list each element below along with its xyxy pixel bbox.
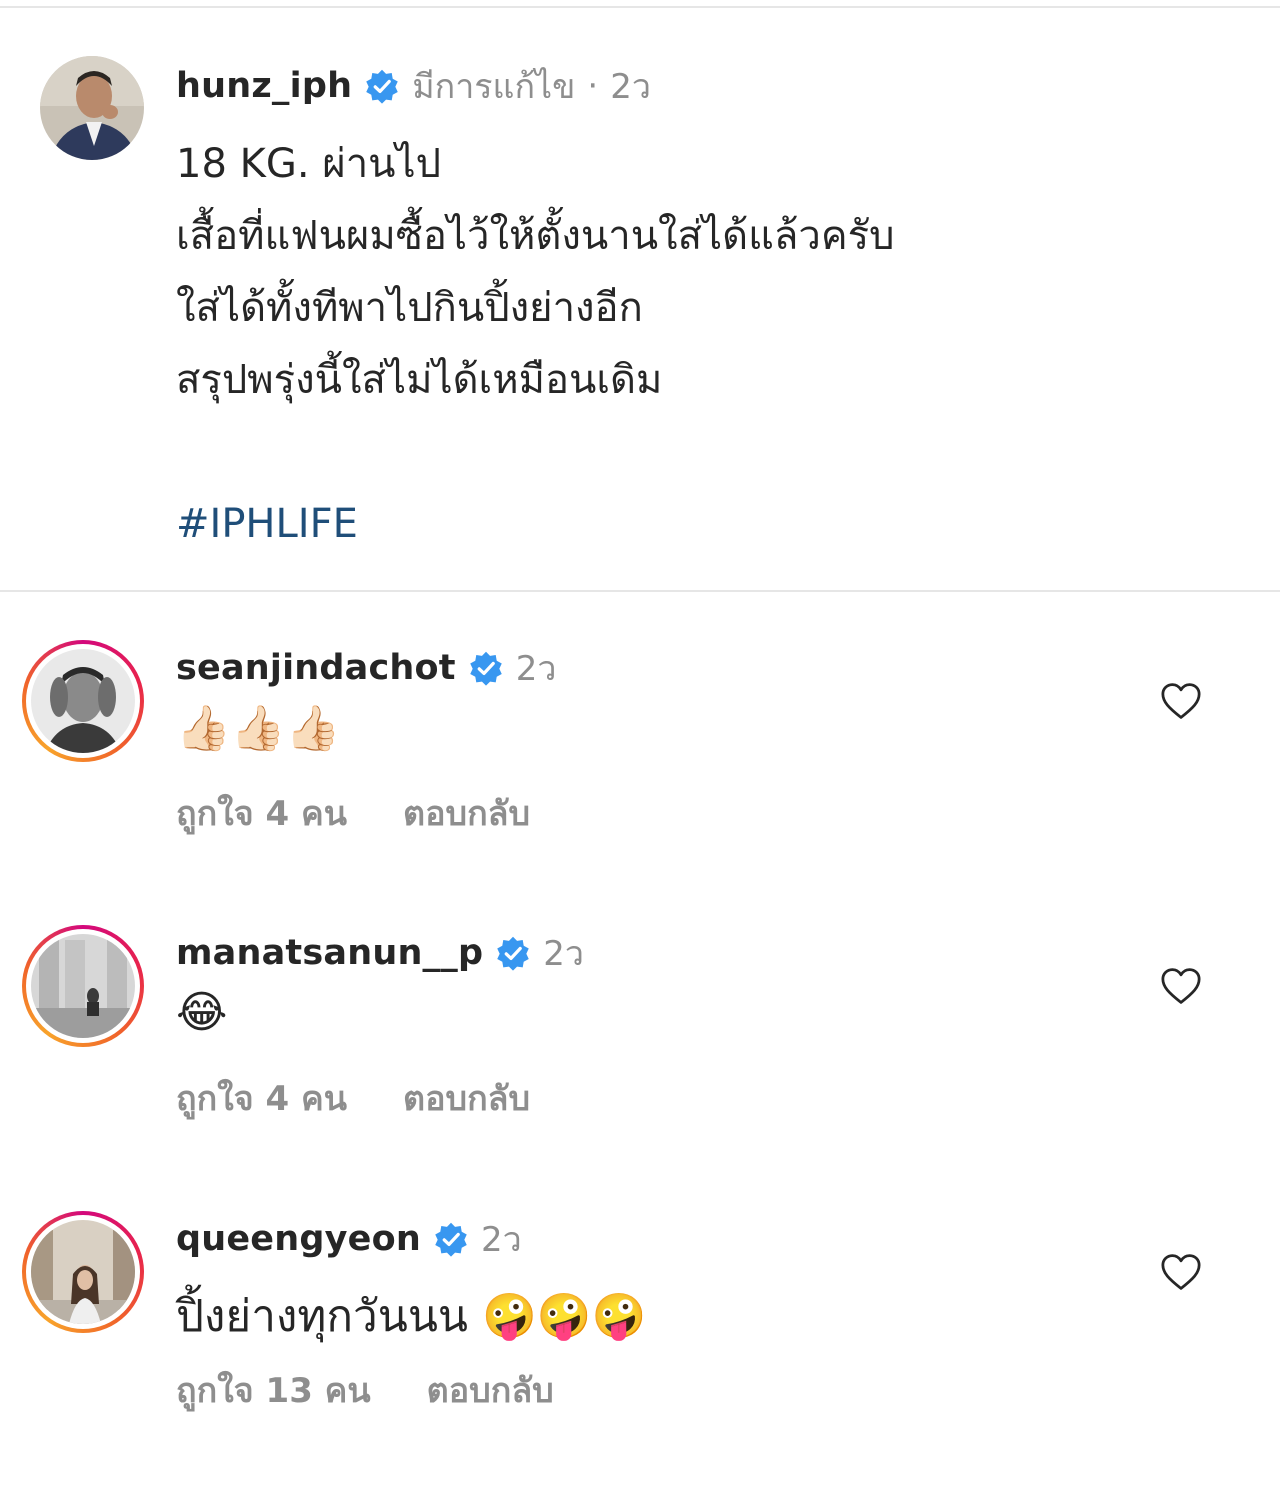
avatar-photo <box>31 934 135 1038</box>
comment-actions: ถูกใจ 4 คน ตอบกลับ <box>176 786 530 840</box>
hashtag-link[interactable]: #IPHLIFE <box>176 501 358 547</box>
caption-line: 18 KG. ผ่านไป <box>176 141 442 187</box>
comment-time: 2ว <box>515 649 557 689</box>
heart-outline-icon[interactable] <box>1160 1253 1202 1291</box>
avatar-photo <box>31 649 135 753</box>
heart-outline-icon[interactable] <box>1160 682 1202 720</box>
caption-line: เสื้อที่แฟนผมซื้อไว้ให้ตั้งนานใส่ได้แล้ว… <box>176 213 895 259</box>
comment-actions: ถูกใจ 4 คน ตอบกลับ <box>176 1071 530 1125</box>
comment-username[interactable]: queengyeon <box>176 1219 421 1259</box>
heart-outline-icon[interactable] <box>1160 967 1202 1005</box>
comment-text: ปิ้งย่างทุกวันนน 🤪🤪🤪 <box>176 1291 647 1342</box>
caption-text: 18 KG. ผ่านไป เสื้อที่แฟนผมซื้อไว้ให้ตั้… <box>176 128 894 560</box>
verified-badge-icon <box>435 1222 467 1257</box>
commenter-avatar[interactable] <box>22 925 144 1047</box>
avatar-image <box>31 1220 135 1324</box>
comment-username[interactable]: seanjindachot <box>176 648 456 688</box>
reply-button[interactable]: ตอบกลับ <box>427 1363 554 1417</box>
reply-button[interactable]: ตอบกลับ <box>403 786 530 840</box>
post-header: hunz_iph มีการแก้ไข · 2ว <box>176 62 651 110</box>
post-time: 2ว <box>610 67 651 107</box>
likes-count[interactable]: ถูกใจ 4 คน <box>176 786 347 840</box>
verified-badge-icon <box>469 651 502 686</box>
post-username[interactable]: hunz_iph <box>176 66 352 106</box>
commenter-avatar[interactable] <box>22 640 144 762</box>
reply-button[interactable]: ตอบกลับ <box>403 1071 530 1125</box>
meta-separator: · <box>587 66 599 106</box>
verified-badge-icon <box>366 69 398 104</box>
comment-header: seanjindachot 2ว <box>176 644 556 692</box>
avatar-image <box>40 56 144 160</box>
caption-divider <box>0 590 1280 592</box>
caption-line: ใส่ได้ทั้งทีพาไปกินปิ้งย่างอีก <box>176 285 643 331</box>
commenter-avatar[interactable] <box>22 1211 144 1333</box>
avatar-photo <box>31 1220 135 1324</box>
avatar-image <box>31 934 135 1038</box>
likes-count[interactable]: ถูกใจ 4 คน <box>176 1071 347 1125</box>
verified-badge-icon <box>497 936 529 971</box>
comment-text: 👍🏻👍🏻👍🏻 <box>176 703 341 754</box>
comment-time: 2ว <box>543 934 584 974</box>
caption-line: สรุปพรุ่งนี้ใส่ไม่ได้เหมือนเดิม <box>176 357 663 403</box>
comment-username[interactable]: manatsanun__p <box>176 933 483 973</box>
edited-label: มีการแก้ไข <box>412 67 576 107</box>
comment-header: manatsanun__p 2ว <box>176 929 584 977</box>
top-divider <box>0 6 1280 8</box>
comment-actions: ถูกใจ 13 คน ตอบกลับ <box>176 1363 554 1417</box>
comment-time: 2ว <box>480 1220 522 1260</box>
post-author-avatar[interactable] <box>40 56 144 160</box>
avatar-image <box>31 649 135 753</box>
likes-count[interactable]: ถูกใจ 13 คน <box>176 1363 371 1417</box>
avatar-photo <box>40 56 144 160</box>
comment-header: queengyeon 2ว <box>176 1215 522 1263</box>
comment-text: 😂 <box>176 987 228 1038</box>
